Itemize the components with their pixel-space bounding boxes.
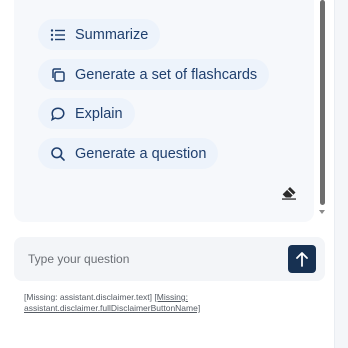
question-input-box — [14, 237, 325, 281]
speech-bubble-icon — [49, 105, 67, 123]
suggestion-label: Generate a question — [75, 145, 207, 162]
arrow-up-icon — [296, 252, 308, 267]
suggestion-label: Explain — [75, 105, 123, 122]
disclaimer: [Missing: assistant.disclaimer.text] [Mi… — [24, 292, 264, 314]
search-icon — [49, 145, 67, 163]
eraser-icon[interactable] — [281, 186, 297, 200]
suggestion-flashcards[interactable]: Generate a set of flashcards — [38, 59, 270, 90]
list-icon — [49, 26, 67, 44]
suggestion-generate-question[interactable]: Generate a question — [38, 138, 219, 169]
suggestion-label: Generate a set of flashcards — [75, 66, 258, 83]
suggestion-label: Summarize — [75, 26, 149, 43]
scroll-down-arrow-icon[interactable] — [319, 210, 325, 214]
disclaimer-text: [Missing: assistant.disclaimer.text] — [24, 292, 153, 302]
suggestion-summarize[interactable]: Summarize — [38, 19, 161, 50]
suggestion-explain[interactable]: Explain — [38, 98, 135, 129]
copy-icon — [49, 66, 67, 84]
chat-scrollbar[interactable] — [318, 0, 326, 222]
question-input[interactable] — [28, 250, 268, 268]
send-button[interactable] — [288, 245, 316, 273]
scrollbar-thumb[interactable] — [320, 0, 325, 205]
assistant-panel: Summarize Generate a set of flashcards E… — [0, 0, 335, 348]
